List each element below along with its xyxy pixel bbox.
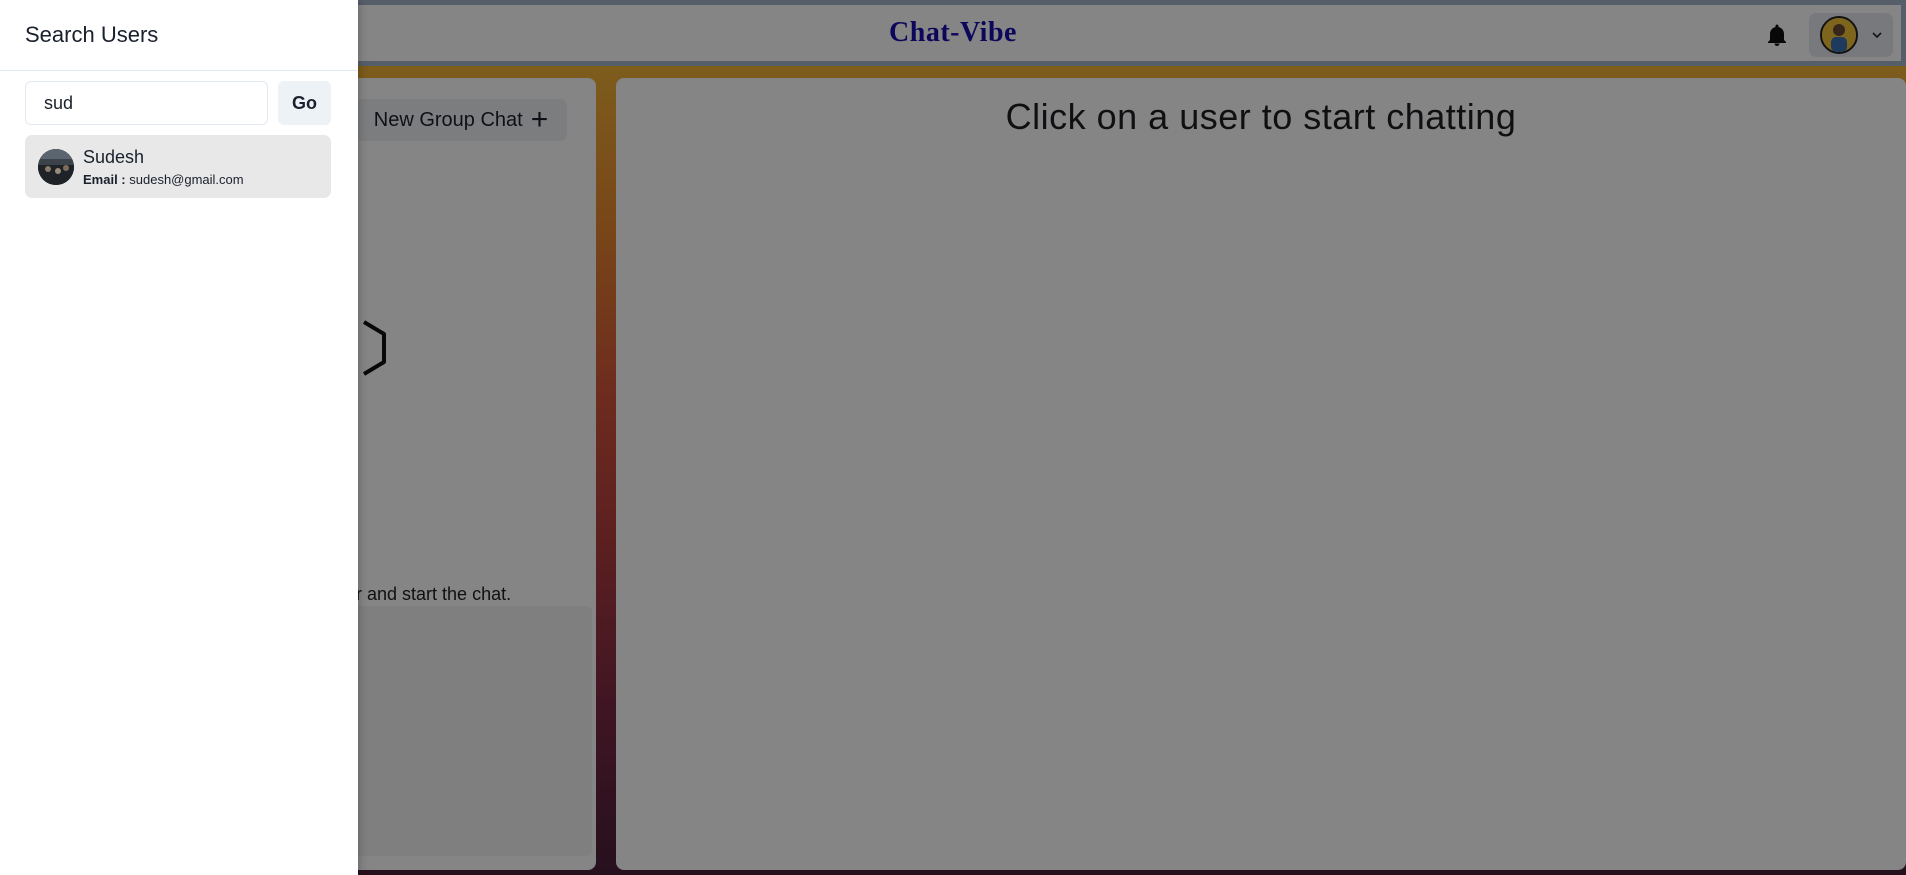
user-result-name: Sudesh — [83, 147, 145, 167]
user-result-avatar — [38, 148, 74, 185]
user-result-avatar-svg — [38, 148, 74, 185]
search-users-drawer: Search Users Go Sudesh Email : sudesh@gm… — [0, 0, 358, 875]
email-label: Email : — [83, 172, 126, 187]
go-button[interactable]: Go — [278, 81, 331, 125]
search-input[interactable] — [25, 81, 268, 125]
drawer-title: Search Users — [0, 0, 358, 71]
user-result-item[interactable]: Sudesh Email : sudesh@gmail.com — [25, 135, 331, 198]
user-result-email: Email : sudesh@gmail.com — [83, 172, 244, 187]
user-result-info: Sudesh Email : sudesh@gmail.com — [83, 146, 244, 187]
search-row: Go — [25, 81, 331, 125]
email-value: sudesh@gmail.com — [129, 172, 244, 187]
